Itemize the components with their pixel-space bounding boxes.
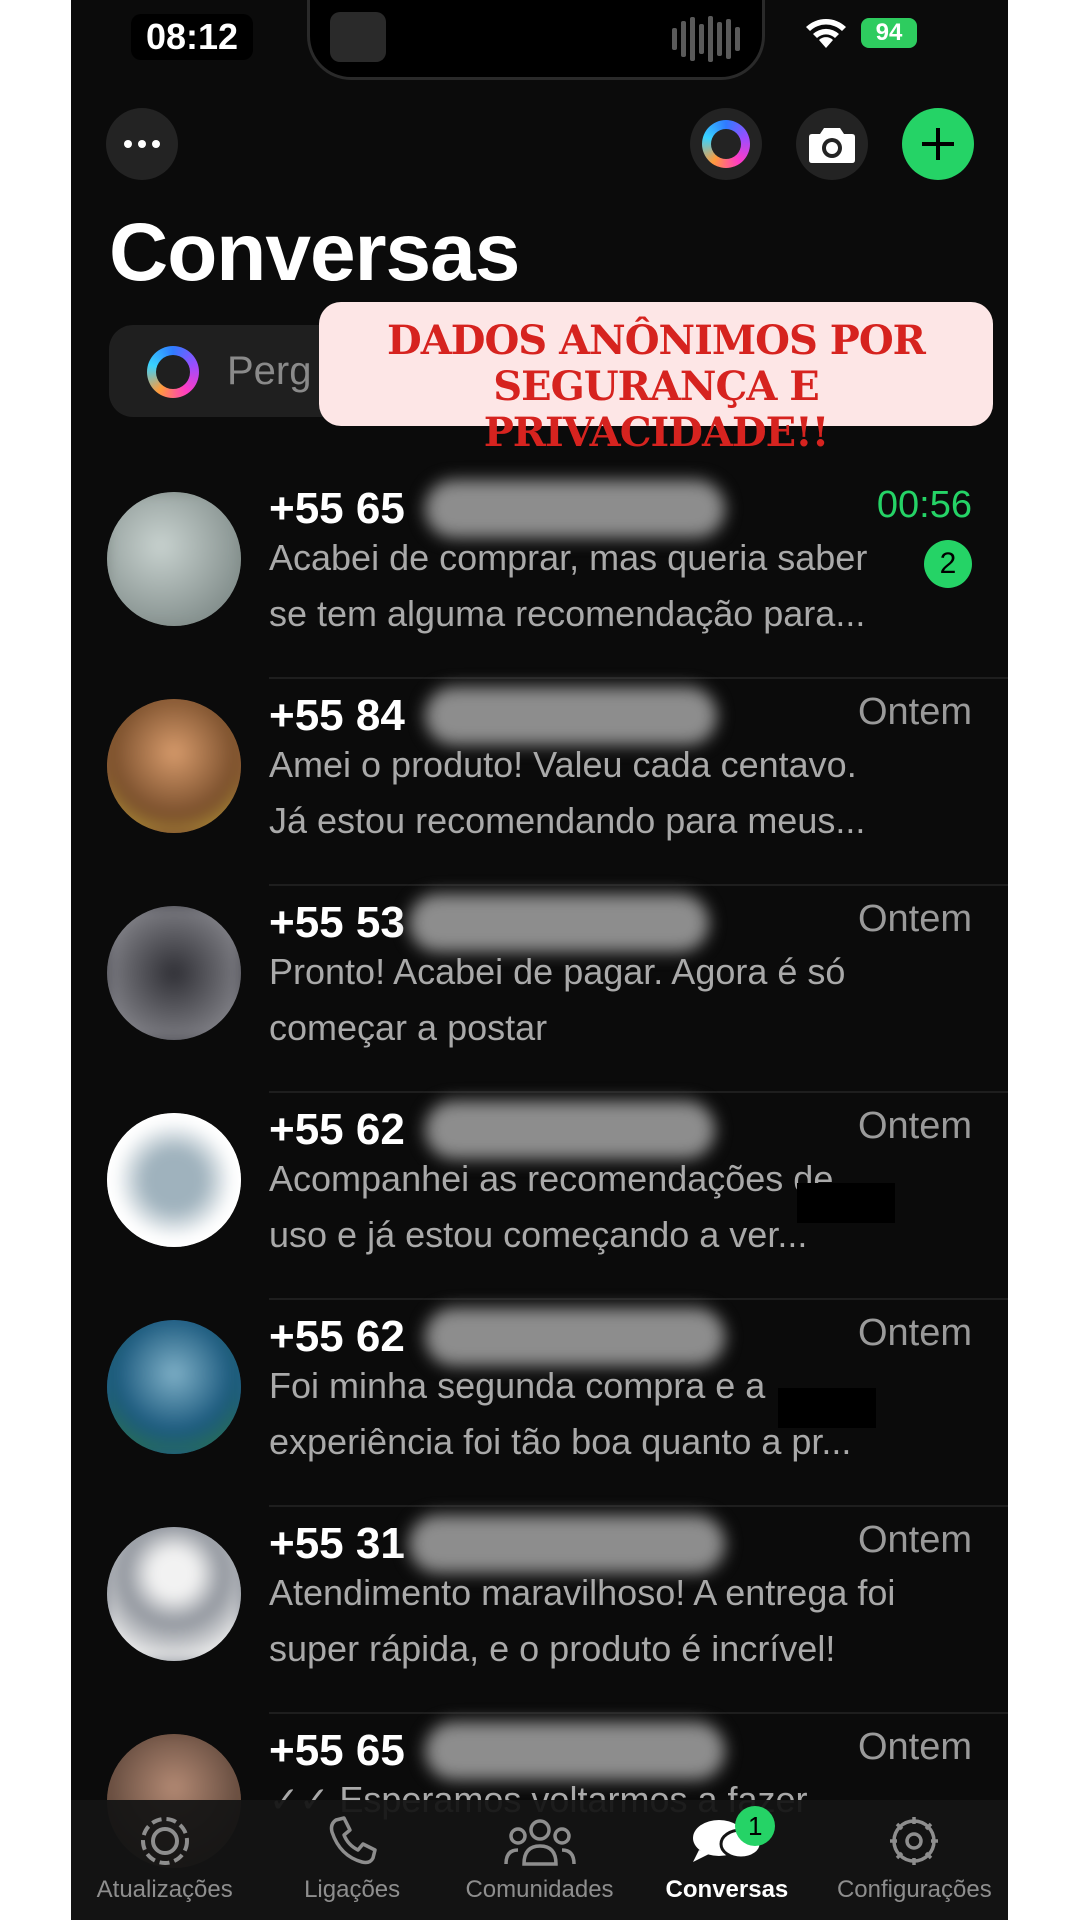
tab-label: Configurações	[836, 1876, 992, 1903]
chat-preview: Atendimento maravilhoso! A entrega foi s…	[269, 1572, 896, 1669]
unread-badge: 2	[924, 540, 972, 588]
tab-label: Atualizações	[96, 1876, 233, 1903]
updates-icon	[140, 1817, 189, 1865]
redaction-box	[778, 1388, 876, 1428]
new-chat-button[interactable]	[902, 108, 974, 180]
audio-wave-icon	[672, 14, 740, 64]
privacy-banner-line2: SEGURANÇA E PRIVACIDADE!!	[483, 363, 830, 456]
chat-time: Ontem	[857, 898, 972, 940]
chat-preview: Pronto! Acabei de pagar. Agora é só come…	[269, 951, 846, 1048]
camera-button[interactable]	[796, 108, 868, 180]
chat-name: +55 65	[269, 1726, 405, 1775]
avatar	[107, 1320, 241, 1454]
tab-ligacoes[interactable]: Ligações	[258, 1800, 445, 1920]
chat-time: Ontem	[857, 1312, 972, 1354]
chat-name: +55 62	[269, 1105, 405, 1154]
chat-preview: Amei o produto! Valeu cada centavo. Já e…	[269, 744, 866, 841]
chat-name: +55 62	[269, 1312, 405, 1361]
dynamic-island	[307, 0, 765, 80]
tab-bar: Atualizações Ligações Comunidades Conver…	[71, 1800, 1008, 1920]
tab-label: Comunidades	[465, 1876, 614, 1903]
tab-configuracoes[interactable]: Configurações	[821, 1800, 1008, 1920]
chat-row[interactable]: +55 53 Ontem Pronto! Acabei de pagar. Ag…	[71, 886, 1008, 1093]
chat-time: Ontem	[857, 691, 972, 733]
tab-label: Ligações	[304, 1876, 401, 1903]
wifi-icon	[806, 19, 846, 48]
chat-row[interactable]: +55 84 Ontem Amei o produto! Valeu cada …	[71, 679, 1008, 886]
battery-indicator: 94	[861, 18, 917, 48]
meta-ai-button[interactable]	[690, 108, 762, 180]
chat-list: +55 65 00:56 Acabei de comprar, mas quer…	[71, 472, 1008, 1920]
chat-name: +55 31	[269, 1519, 405, 1568]
tab-conversas[interactable]: Conversas 1	[633, 1800, 820, 1920]
meta-ai-icon	[702, 120, 750, 168]
more-options-button[interactable]	[106, 108, 178, 180]
tab-label: Conversas	[665, 1876, 789, 1903]
chat-time: Ontem	[857, 1105, 972, 1147]
chat-row[interactable]: +55 62 Ontem Foi minha segunda compra e …	[71, 1300, 1008, 1507]
redaction-box	[797, 1183, 895, 1223]
chat-name: +55 84	[269, 691, 405, 740]
chat-time: 00:56	[876, 484, 972, 526]
search-placeholder[interactable]: Perg	[227, 349, 312, 394]
status-time: 08:12	[131, 14, 253, 60]
settings-gear-icon	[890, 1817, 939, 1865]
page-title: Conversas	[109, 207, 520, 298]
avatar	[107, 1527, 241, 1661]
phone-screen: 08:12 94 Conversas Perg DADOS ANÔNIMOS P…	[71, 0, 1008, 1920]
tab-comunidades[interactable]: Comunidades	[446, 1800, 633, 1920]
unread-count-badge: 1	[735, 1806, 776, 1846]
chat-row[interactable]: +55 31 Ontem Atendimento maravilhoso! A …	[71, 1507, 1008, 1714]
tab-atualizacoes[interactable]: Atualizações	[71, 1800, 258, 1920]
chat-time: Ontem	[857, 1726, 972, 1768]
chat-name: +55 53	[269, 898, 405, 947]
chat-row[interactable]: +55 65 00:56 Acabei de comprar, mas quer…	[71, 472, 1008, 679]
avatar	[107, 906, 241, 1040]
privacy-banner-line1: DADOS ANÔNIMOS POR	[387, 317, 926, 364]
privacy-banner: DADOS ANÔNIMOS POR SEGURANÇA E PRIVACIDA…	[319, 302, 993, 456]
meta-ai-search-icon	[147, 346, 199, 398]
avatar	[107, 1113, 241, 1247]
chat-row[interactable]: +55 62 Ontem Acompanhei as recomendações…	[71, 1093, 1008, 1300]
chat-name: +55 65	[269, 484, 405, 533]
phone-icon	[329, 1816, 377, 1865]
avatar	[107, 492, 241, 626]
island-thumbnail	[330, 12, 386, 62]
communities-icon	[503, 1819, 576, 1866]
chat-time: Ontem	[857, 1519, 972, 1561]
plus-icon	[922, 128, 954, 160]
more-dots-icon	[124, 140, 160, 148]
camera-icon	[809, 128, 855, 163]
battery-level: 94	[875, 19, 903, 46]
avatar	[107, 699, 241, 833]
chat-preview: Acabei de comprar, mas queria saber se t…	[269, 537, 868, 634]
